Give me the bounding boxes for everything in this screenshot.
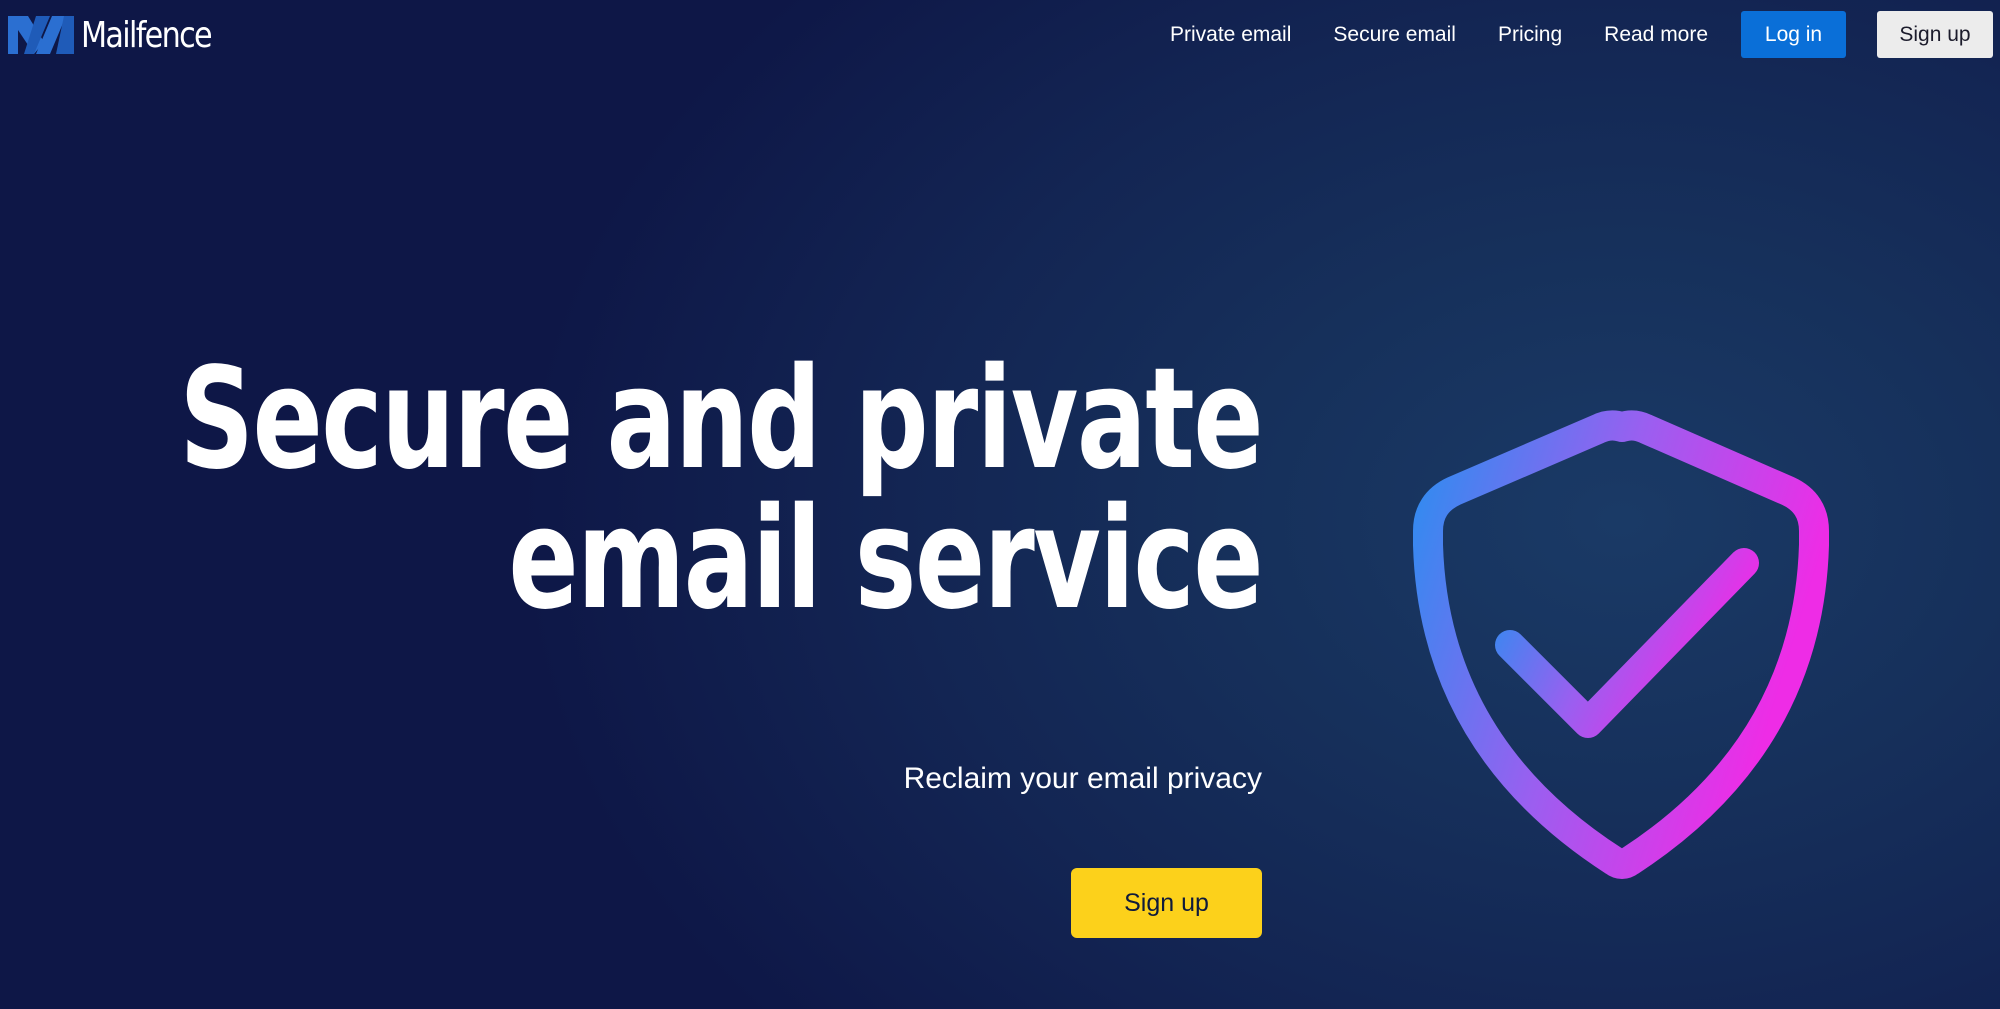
brand-name: Mailfence — [81, 14, 213, 56]
shield-check-icon — [1413, 410, 1829, 879]
nav-private-email[interactable]: Private email — [1170, 23, 1291, 47]
hero-subtitle: Reclaim your email privacy — [903, 762, 1262, 795]
nav-pricing[interactable]: Pricing — [1498, 23, 1562, 47]
nav-secure-email[interactable]: Secure email — [1333, 23, 1456, 47]
login-button[interactable]: Log in — [1741, 11, 1846, 58]
top-navigation: Mailfence Private email Secure email Pri… — [0, 0, 2000, 70]
signup-cta-button[interactable]: Sign up — [1071, 868, 1262, 938]
mailfence-logo-icon — [8, 16, 74, 54]
hero-title: Secure and private email service — [179, 338, 1263, 641]
brand-logo-link[interactable]: Mailfence — [6, 12, 236, 58]
signup-button-header[interactable]: Sign up — [1877, 11, 1993, 58]
hero-title-line-2: email service — [508, 478, 1263, 641]
hero-title-line-1: Secure and private — [179, 338, 1263, 501]
main-nav: Private email Secure email Pricing Read … — [1170, 12, 1708, 58]
nav-read-more[interactable]: Read more — [1604, 23, 1708, 47]
